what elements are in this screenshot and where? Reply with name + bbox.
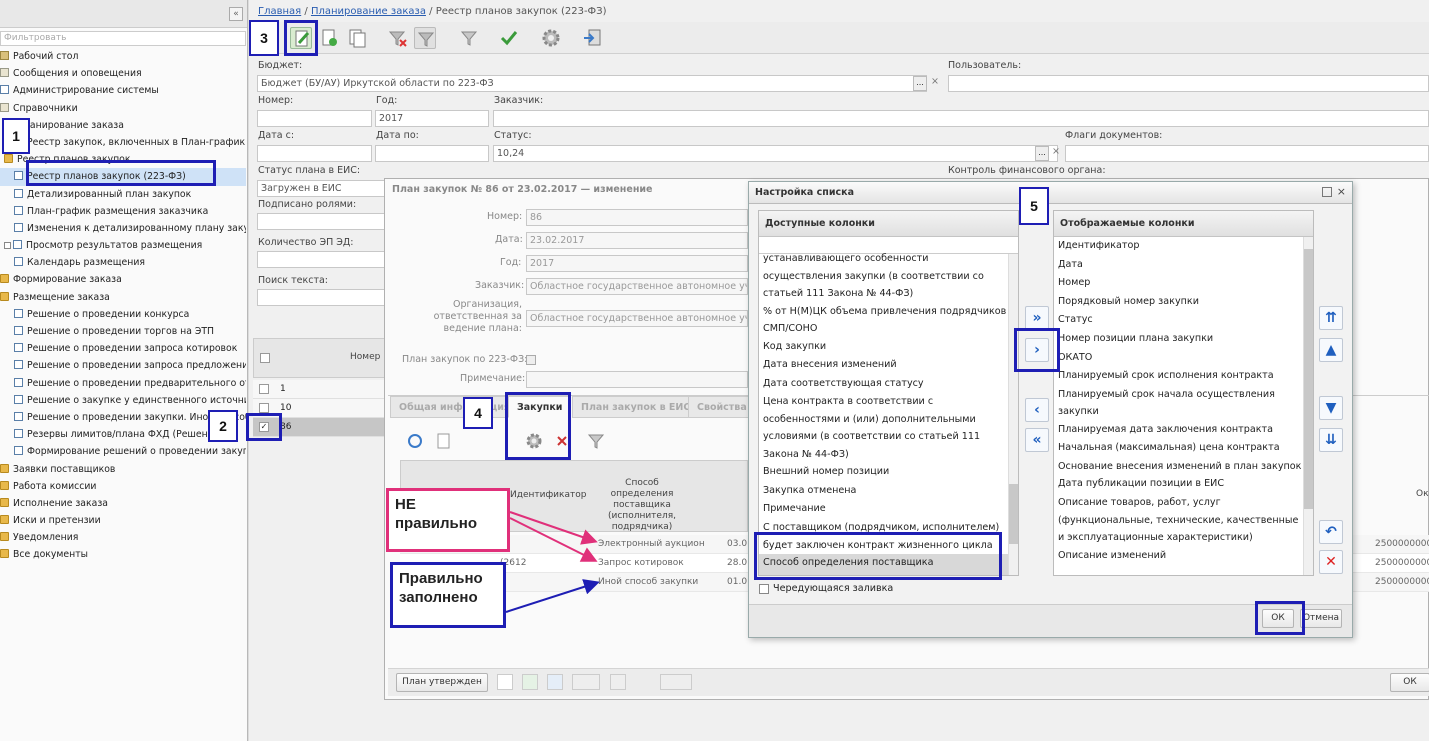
annotation-arrows [505,511,600,613]
right-arrow [505,579,600,613]
wrong-arrow-2 [509,517,598,562]
wrong-arrow-1 [509,511,598,545]
